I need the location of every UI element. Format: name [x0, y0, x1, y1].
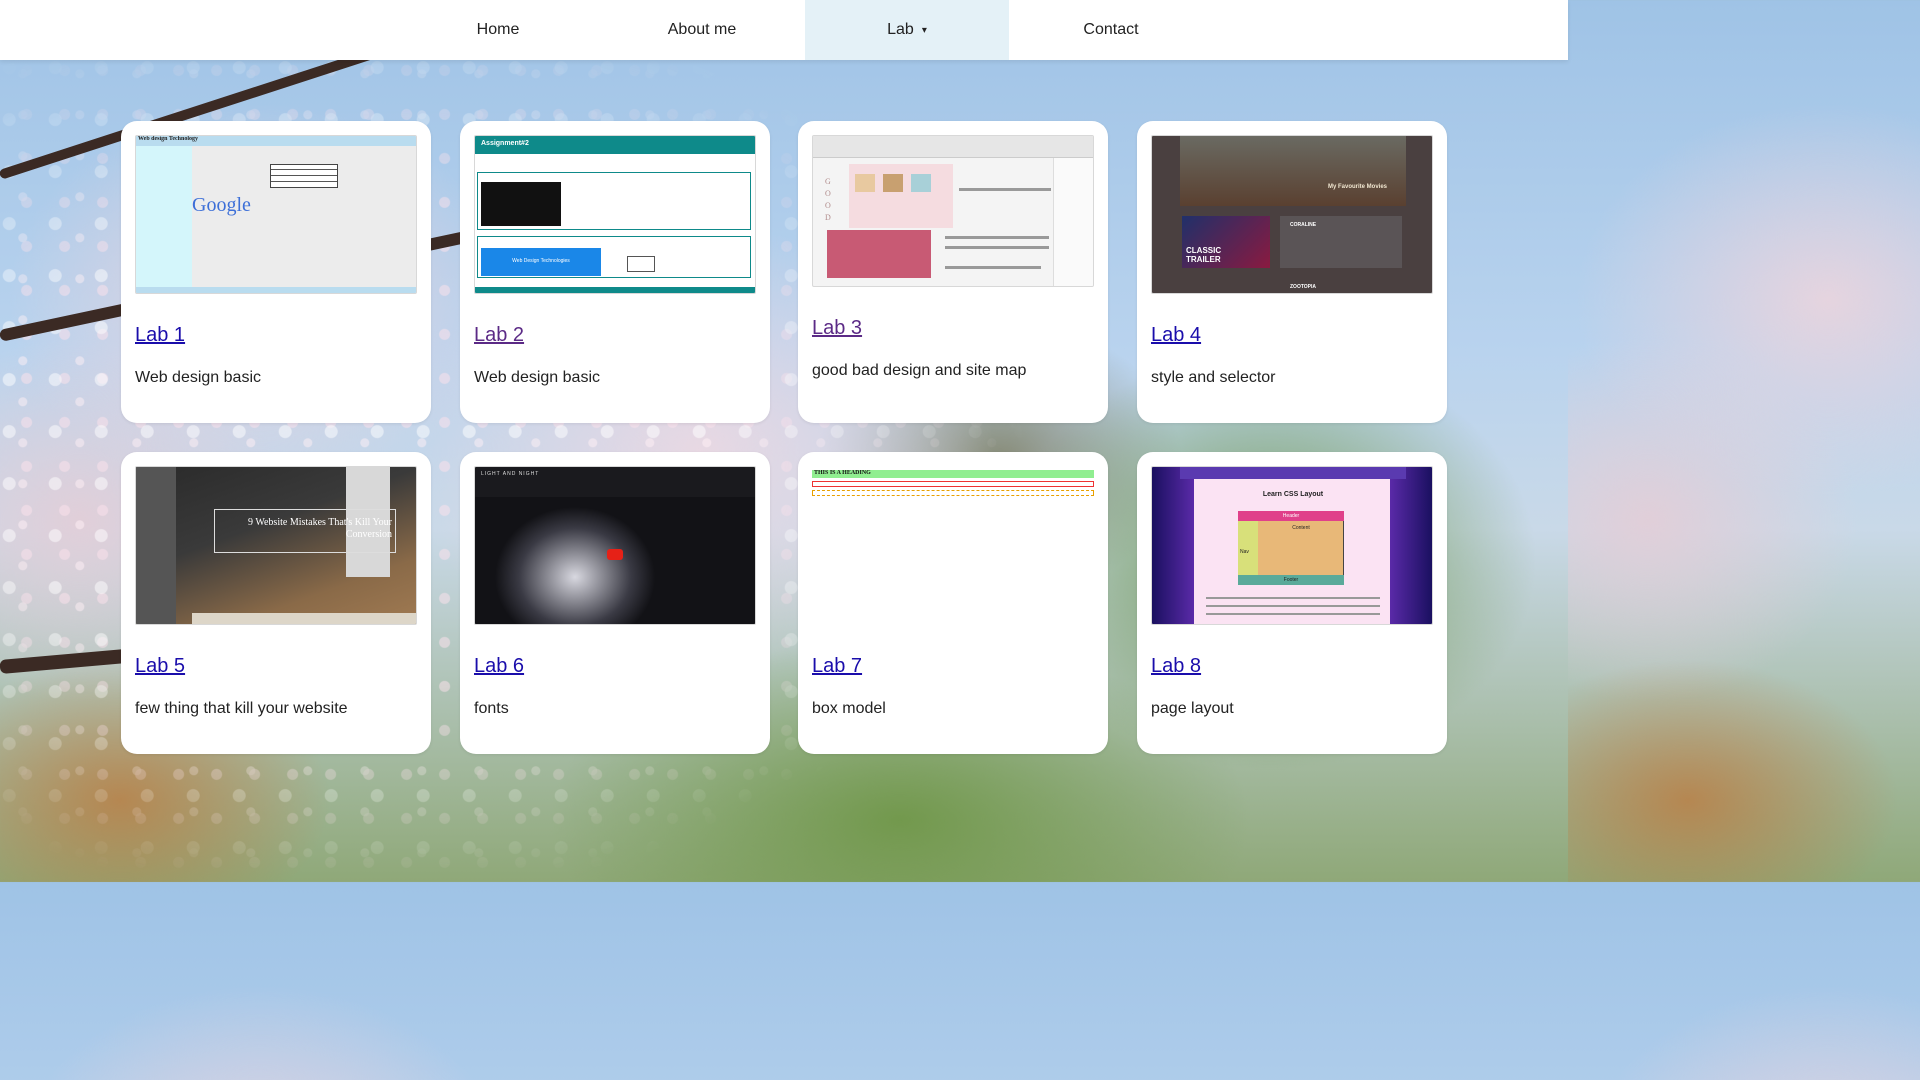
- play-icon[interactable]: [607, 549, 623, 560]
- lab-card: Web design Technology Google Lab 1 Web d…: [121, 121, 431, 423]
- lab-card: THIS IS A HEADING Lab 7 box model: [798, 452, 1108, 754]
- thumb-heading: My Favourite Movies: [1328, 184, 1388, 190]
- google-logo: Google: [192, 194, 251, 216]
- lab-description: style and selector: [1151, 369, 1276, 386]
- lab-thumbnail: Web design Technology Google: [135, 135, 417, 294]
- lab-thumbnail: THIS IS A HEADING: [812, 466, 1094, 625]
- thumb-nav-label: Nav: [1240, 549, 1249, 555]
- lab-link[interactable]: Lab 8: [1151, 655, 1433, 678]
- lab-card: GOOD Lab 3 good bad design and site map: [798, 121, 1108, 423]
- thumb-heading: Web design Technology: [138, 136, 199, 142]
- lab-link[interactable]: Lab 6: [474, 655, 756, 678]
- lab-card: 9 Website Mistakes That's Kill Your Conv…: [121, 452, 431, 754]
- lab-thumbnail: My Favourite Movies CLASSIC TRAILER CORA…: [1151, 135, 1433, 294]
- nav-about[interactable]: About me: [600, 0, 804, 60]
- thumb-side-text: GOOD: [825, 177, 831, 222]
- thumb-heading: LIGHT AND NIGHT: [481, 471, 540, 477]
- nav-contact[interactable]: Contact: [1009, 0, 1213, 60]
- thumb-heading: Assignment#2: [481, 140, 529, 147]
- lab-description: box model: [812, 700, 886, 717]
- lab-description: Web design basic: [135, 369, 261, 386]
- nav-about-label: About me: [667, 21, 737, 38]
- lab-thumbnail: LIGHT AND NIGHT: [474, 466, 756, 625]
- thumb-badge: CLASSIC TRAILER: [1186, 246, 1222, 264]
- lab-thumbnail: 9 Website Mistakes That's Kill Your Conv…: [135, 466, 417, 625]
- thumb-button-label: Web Design Technologies: [512, 258, 570, 264]
- thumb-heading: THIS IS A HEADING: [814, 470, 871, 476]
- thumb-item-1: CORALINE: [1290, 222, 1317, 228]
- lab-description: good bad design and site map: [812, 362, 1027, 379]
- thumb-header-label: Header: [1282, 513, 1300, 519]
- thumb-footer-label: Footer: [1283, 577, 1299, 583]
- top-navbar: Home About me Lab ▾ Contact: [0, 0, 1568, 60]
- lab-link[interactable]: Lab 2: [474, 324, 756, 347]
- lab-link[interactable]: Lab 4: [1151, 324, 1433, 347]
- thumb-headline: 9 Website Mistakes That's Kill Your Conv…: [248, 517, 392, 540]
- thumb-heading: Learn CSS Layout: [1262, 491, 1324, 498]
- lab-card: Learn CSS Layout Header Nav Content Foot…: [1137, 452, 1447, 754]
- lab-thumbnail: Learn CSS Layout Header Nav Content Foot…: [1151, 466, 1433, 625]
- lab-link[interactable]: Lab 7: [812, 655, 1094, 678]
- lab-link[interactable]: Lab 3: [812, 317, 1094, 340]
- lab-card: LIGHT AND NIGHT Lab 6 fonts: [460, 452, 770, 754]
- lab-description: Web design basic: [474, 369, 600, 386]
- lab-thumbnail: Assignment#2 Web Design Technologies: [474, 135, 756, 294]
- thumb-content-label: Content: [1292, 525, 1310, 531]
- thumb-item-2: ZOOTOPIA: [1290, 284, 1317, 290]
- lab-link[interactable]: Lab 1: [135, 324, 417, 347]
- lab-description: fonts: [474, 700, 509, 717]
- lab-card: My Favourite Movies CLASSIC TRAILER CORA…: [1137, 121, 1447, 423]
- lab-description: page layout: [1151, 700, 1234, 717]
- nav-lab-label: Lab: [887, 21, 914, 38]
- lab-description: few thing that kill your website: [135, 700, 348, 717]
- lab-thumbnail: GOOD: [812, 135, 1094, 287]
- nav-contact-label: Contact: [1083, 21, 1139, 38]
- nav-home[interactable]: Home: [396, 0, 600, 60]
- nav-lab-dropdown[interactable]: Lab ▾: [805, 0, 1009, 60]
- lab-link[interactable]: Lab 5: [135, 655, 417, 678]
- lab-card: Assignment#2 Web Design Technologies Lab…: [460, 121, 770, 423]
- nav-home-label: Home: [476, 21, 520, 38]
- caret-down-icon: ▾: [921, 24, 927, 36]
